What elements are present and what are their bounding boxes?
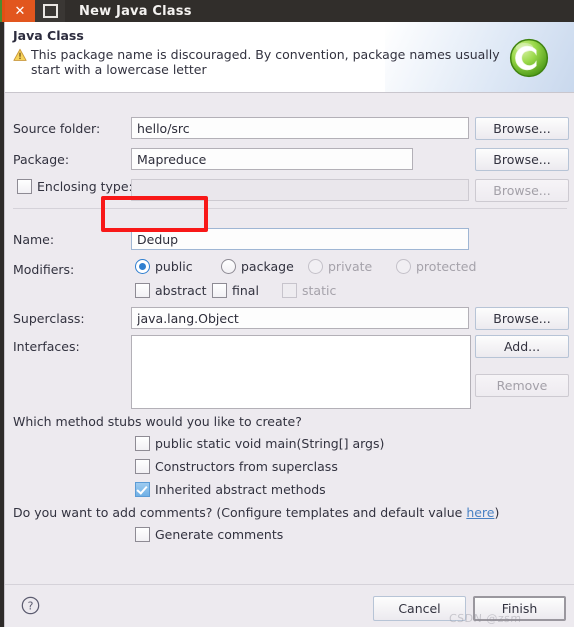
package-input[interactable] (131, 148, 413, 170)
stub-main-method-checkbox[interactable] (135, 436, 150, 451)
modifier-public[interactable]: public (135, 259, 193, 274)
package-label: Package: (13, 151, 70, 167)
modifier-package-radio[interactable] (221, 259, 236, 274)
header-warning-text: This package name is discouraged. By con… (31, 47, 500, 77)
interfaces-remove-button: Remove (475, 374, 569, 397)
enclosing-type-checkbox[interactable] (17, 179, 32, 194)
comments-question-suffix: ) (494, 505, 500, 520)
new-java-class-dialog: Java Class This package name is discoura… (4, 22, 574, 627)
section-divider-top (13, 208, 567, 209)
modifier-final-checkbox[interactable] (212, 283, 227, 298)
modifier-static-checkbox (282, 283, 297, 298)
source-folder-label: Source folder: (13, 120, 101, 136)
modifier-public-label: public (155, 259, 193, 274)
superclass-label: Superclass: (13, 310, 85, 326)
generate-comments-option[interactable]: Generate comments (135, 527, 283, 542)
help-question-icon[interactable]: ? (21, 596, 40, 615)
name-label: Name: (13, 231, 55, 247)
modifier-public-radio[interactable] (135, 259, 150, 274)
stub-inherited-abstract-checkbox[interactable] (135, 482, 150, 497)
source-folder-browse-button[interactable]: Browse... (475, 117, 569, 140)
modifier-protected: protected (396, 259, 476, 274)
maximize-glyph (42, 4, 58, 18)
stub-inherited-abstract[interactable]: Inherited abstract methods (135, 482, 326, 497)
interfaces-listbox[interactable] (131, 335, 471, 409)
modifier-protected-label: protected (416, 259, 477, 274)
stub-inherited-abstract-label: Inherited abstract methods (155, 482, 326, 497)
modifier-package[interactable]: package (221, 259, 294, 274)
stub-constructors[interactable]: Constructors from superclass (135, 459, 338, 474)
modifier-private-label: private (328, 259, 373, 274)
name-input[interactable] (131, 228, 469, 250)
header-title: Java Class (13, 28, 84, 43)
warning-triangle-icon (13, 48, 27, 61)
method-stubs-question: Which method stubs would you like to cre… (13, 414, 302, 429)
java-class-badge-icon (509, 38, 549, 78)
superclass-browse-button[interactable]: Browse... (475, 307, 569, 330)
titlebar-accent-stripe-green (0, 0, 2, 22)
window-title: New Java Class (79, 3, 192, 19)
header-warning: This package name is discouraged. By con… (13, 47, 513, 77)
generate-comments-label: Generate comments (155, 527, 284, 542)
modifier-abstract-label: abstract (155, 283, 207, 298)
superclass-input[interactable] (131, 307, 469, 329)
modifier-final-label: final (232, 283, 259, 298)
watermark: CSDN @zsm (448, 612, 523, 625)
modifier-static-label: static (302, 283, 337, 298)
modifiers-label: Modifiers: (13, 261, 75, 277)
package-browse-button[interactable]: Browse... (475, 148, 569, 171)
modifier-static: static (282, 283, 336, 298)
enclosing-type-label: Enclosing type: (37, 179, 133, 194)
modifier-private-radio (308, 259, 323, 274)
interfaces-label: Interfaces: (13, 338, 80, 354)
modifier-final[interactable]: final (212, 283, 259, 298)
modifier-package-label: package (241, 259, 294, 274)
window-titlebar: ✕ New Java Class (0, 0, 574, 22)
footer-divider (5, 584, 574, 585)
modifier-abstract[interactable]: abstract (135, 283, 207, 298)
generate-comments-checkbox[interactable] (135, 527, 150, 542)
configure-templates-link[interactable]: here (466, 505, 494, 520)
svg-text:?: ? (28, 600, 34, 613)
stub-main-method-label: public static void main(String[] args) (155, 436, 385, 451)
modifier-abstract-checkbox[interactable] (135, 283, 150, 298)
maximize-icon[interactable] (35, 0, 65, 22)
stub-main-method[interactable]: public static void main(String[] args) (135, 436, 384, 451)
dialog-header: Java Class This package name is discoura… (5, 22, 574, 93)
modifier-private: private (308, 259, 372, 274)
modifier-protected-radio (396, 259, 411, 274)
comments-question: Do you want to add comments? (Configure … (13, 505, 499, 520)
close-glyph: ✕ (14, 3, 26, 19)
enclosing-type-option[interactable]: Enclosing type: (17, 179, 133, 194)
close-icon[interactable]: ✕ (5, 0, 35, 22)
enclosing-type-browse-button: Browse... (475, 179, 569, 202)
source-folder-input[interactable] (131, 117, 469, 139)
enclosing-type-input[interactable] (131, 179, 469, 201)
stub-constructors-checkbox[interactable] (135, 459, 150, 474)
comments-question-prefix: Do you want to add comments? (Configure … (13, 505, 467, 520)
stub-constructors-label: Constructors from superclass (155, 459, 338, 474)
interfaces-add-button[interactable]: Add... (475, 335, 569, 358)
